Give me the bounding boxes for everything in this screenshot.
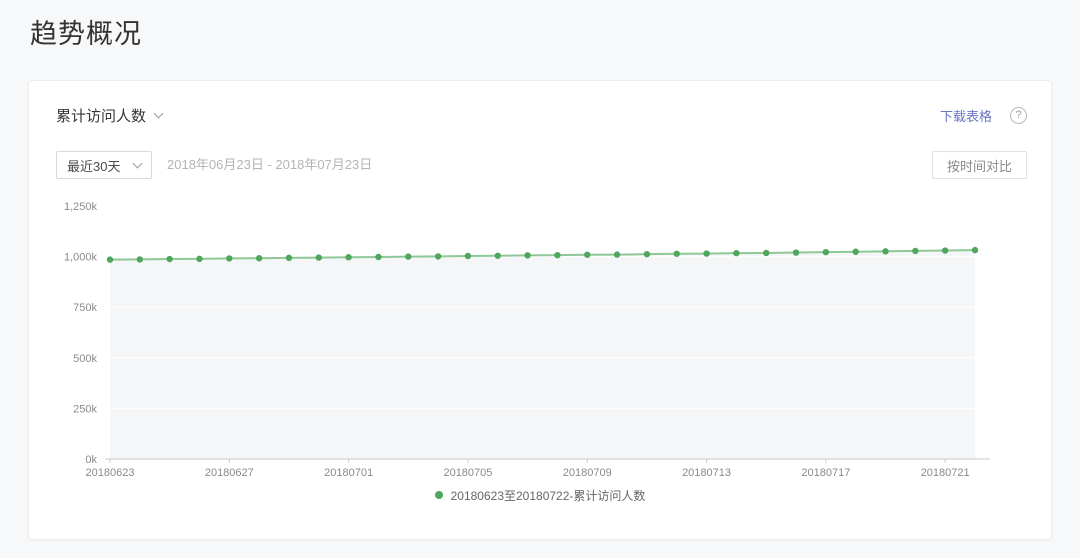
svg-text:500k: 500k bbox=[73, 353, 97, 365]
legend-dot-icon bbox=[434, 491, 443, 499]
date-range-dropdown-value: 最近30天 bbox=[67, 158, 121, 174]
card-header: 累计访问人数 下载表格 ? bbox=[29, 105, 1051, 127]
svg-text:250k: 250k bbox=[73, 403, 97, 415]
chevron-down-icon bbox=[133, 158, 143, 169]
svg-text:20180701: 20180701 bbox=[324, 467, 373, 479]
svg-text:20180709: 20180709 bbox=[563, 467, 612, 479]
header-actions: 下载表格 ? bbox=[940, 106, 1027, 125]
svg-text:20180627: 20180627 bbox=[205, 467, 254, 479]
date-range-text: 2018年06月23日 - 2018年07月23日 bbox=[167, 157, 373, 172]
svg-text:750k: 750k bbox=[73, 302, 97, 314]
page-title: 趋势概况 bbox=[30, 19, 142, 49]
legend-label: 20180623至20180722-累计访问人数 bbox=[450, 488, 646, 503]
svg-text:20180623: 20180623 bbox=[86, 467, 135, 479]
svg-text:1,000k: 1,000k bbox=[64, 252, 98, 264]
download-table-link[interactable]: 下载表格 bbox=[940, 106, 992, 125]
compare-by-time-button[interactable]: 按时间对比 bbox=[931, 151, 1027, 179]
svg-text:1,250k: 1,250k bbox=[64, 201, 98, 213]
help-icon[interactable]: ? bbox=[1010, 107, 1027, 124]
svg-text:20180721: 20180721 bbox=[921, 467, 970, 479]
trend-overview-card: 累计访问人数 下载表格 ? 最近30天 2018年06月23日 - 2018年0… bbox=[28, 80, 1052, 540]
line-chart: 0k 250k 500k 750k 1,000k 1,250k 20180623 201806… bbox=[29, 193, 1051, 493]
chart-legend[interactable]: 20180623至20180722-累计访问人数 bbox=[29, 485, 1051, 505]
svg-text:20180713: 20180713 bbox=[682, 467, 731, 479]
chart-canvas: 0k 250k 500k 750k 1,000k 1,250k 20180623 201806… bbox=[64, 201, 990, 479]
svg-text:20180717: 20180717 bbox=[801, 467, 850, 479]
metric-selector[interactable]: 累计访问人数 bbox=[56, 105, 164, 126]
svg-text:20180705: 20180705 bbox=[443, 467, 492, 479]
controls-row: 最近30天 2018年06月23日 - 2018年07月23日 按时间对比 bbox=[29, 151, 1051, 179]
svg-text:0k: 0k bbox=[85, 454, 97, 466]
metric-selector-label: 累计访问人数 bbox=[56, 108, 147, 125]
date-range-dropdown[interactable]: 最近30天 bbox=[56, 151, 153, 179]
chevron-down-icon bbox=[153, 108, 164, 119]
